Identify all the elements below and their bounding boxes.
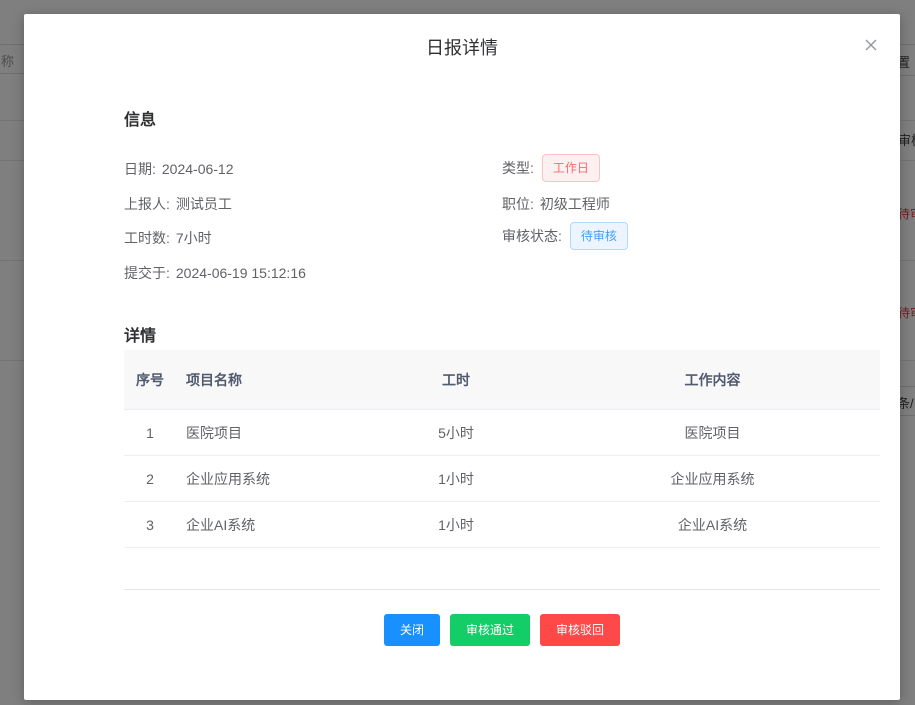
table-row: 1 医院项目 5小时 医院项目 xyxy=(124,409,880,456)
row-hours: 5小时 xyxy=(367,409,545,456)
position-label: 职位: xyxy=(502,196,534,212)
row-project: 医院项目 xyxy=(176,409,367,456)
table-row: 2 企业应用系统 1小时 企业应用系统 xyxy=(124,455,880,502)
table-header-row: 序号 项目名称 工时 工作内容 xyxy=(124,350,880,410)
type-tag: 工作日 xyxy=(541,154,600,182)
status-tag: 待审核 xyxy=(569,222,628,250)
daily-report-dialog: 日报详情 信息 日期: 2024-06-12 上报人: 测试员工 工时数: 7小时 提… xyxy=(24,14,900,700)
footer-divider xyxy=(124,589,880,590)
date-field: 日期: 2024-06-12 xyxy=(124,159,234,179)
row-content: 企业AI系统 xyxy=(545,501,880,548)
row-hours: 1小时 xyxy=(367,455,545,502)
hours-field: 工时数: 7小时 xyxy=(124,228,212,248)
type-label: 类型: xyxy=(502,160,534,176)
reporter-label: 上报人: xyxy=(124,196,170,212)
row-project: 企业AI系统 xyxy=(176,501,367,548)
row-project: 企业应用系统 xyxy=(176,455,367,502)
submitted-label: 提交于: xyxy=(124,265,170,281)
detail-table: 序号 项目名称 工时 工作内容 1 医院项目 5小时 医院项目 2 企业应用系统… xyxy=(124,350,880,548)
row-index: 3 xyxy=(124,501,176,548)
reporter-value: 测试员工 xyxy=(175,196,232,212)
row-index: 1 xyxy=(124,409,176,456)
position-value: 初级工程师 xyxy=(539,196,610,212)
close-icon[interactable] xyxy=(864,38,878,52)
detail-section-title: 详情 xyxy=(124,328,157,345)
hours-label: 工时数: xyxy=(124,230,170,246)
date-value: 2024-06-12 xyxy=(161,161,234,177)
row-content: 企业应用系统 xyxy=(545,455,880,502)
dialog-title: 日报详情 xyxy=(426,38,498,58)
column-header-content: 工作内容 xyxy=(545,350,880,410)
row-index: 2 xyxy=(124,455,176,502)
position-field: 职位: 初级工程师 xyxy=(502,194,610,214)
status-field: 审核状态: 待审核 xyxy=(502,222,628,250)
info-section-title: 信息 xyxy=(124,112,157,129)
type-field: 类型: 工作日 xyxy=(502,154,600,182)
reporter-field: 上报人: 测试员工 xyxy=(124,194,232,214)
column-header-hours: 工时 xyxy=(367,350,545,410)
hours-value: 7小时 xyxy=(175,230,212,246)
status-label: 审核状态: xyxy=(502,228,562,244)
row-content: 医院项目 xyxy=(545,409,880,456)
column-header-project: 项目名称 xyxy=(176,350,367,410)
column-header-index: 序号 xyxy=(124,350,176,410)
close-button[interactable]: 关闭 xyxy=(384,614,440,646)
submitted-field: 提交于: 2024-06-19 15:12:16 xyxy=(124,263,306,283)
table-row: 3 企业AI系统 1小时 企业AI系统 xyxy=(124,501,880,548)
approve-button[interactable]: 审核通过 xyxy=(450,614,530,646)
reject-button[interactable]: 审核驳回 xyxy=(540,614,620,646)
submitted-value: 2024-06-19 15:12:16 xyxy=(175,265,306,281)
date-label: 日期: xyxy=(124,161,156,177)
row-hours: 1小时 xyxy=(367,501,545,548)
